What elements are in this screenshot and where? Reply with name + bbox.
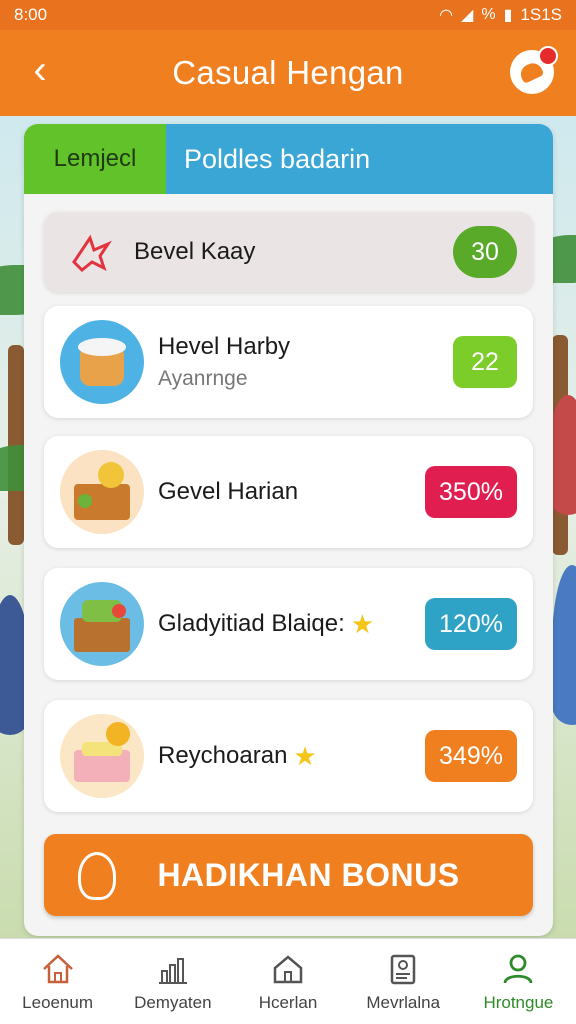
star-icon: ★ (293, 740, 317, 771)
nav-item-leoenum[interactable]: Leoenum (0, 939, 115, 1024)
mascot-icon (78, 852, 116, 900)
list-item[interactable]: Bevel Kaay 30 (44, 212, 533, 292)
battery-percent: % (481, 6, 496, 23)
bottom-nav: Leoenum Demyaten Hcerlan Mevrlalna Hrotn… (0, 938, 576, 1024)
row-title: Hevel Harby (158, 333, 291, 360)
notification-button[interactable] (510, 46, 558, 94)
bonus-button-label: HADIKHAN BONUS (157, 856, 460, 893)
battery-icon: ▮ (503, 7, 513, 24)
nav-label: Demyaten (134, 992, 212, 1012)
nav-label: Mevrlalna (366, 992, 441, 1012)
treasure-chest-icon (60, 450, 144, 534)
battery-text: 1S1S (520, 5, 562, 24)
bonus-button[interactable]: HADIKHAN BONUS (44, 834, 533, 916)
house-icon (273, 954, 303, 983)
home-icon (42, 953, 73, 983)
nav-label: Hrotngue (483, 992, 554, 1012)
row-title: Gladyitiad Blaiqe: (158, 610, 345, 637)
row-badge: 349% (425, 730, 517, 782)
list-item[interactable]: Reychoaran ★ 349% (44, 700, 533, 812)
nav-item-hrotngue[interactable]: Hrotngue (461, 939, 576, 1024)
person-figure (552, 565, 576, 725)
nav-item-hcerlan[interactable]: Hcerlan (230, 939, 345, 1024)
row-title: Gevel Harian (158, 478, 299, 505)
row-badge: 350% (425, 466, 517, 518)
tab-poldles-badarin[interactable]: Poldles badarin (166, 124, 553, 194)
row-title: Bevel Kaay (134, 238, 256, 265)
notification-badge (538, 46, 558, 66)
row-badge: 22 (453, 336, 517, 388)
profile-icon (504, 954, 533, 983)
tab-bar: Lemjecl Poldles badarin (24, 124, 553, 194)
nav-label: Hcerlan (258, 992, 318, 1012)
signal-icon: ◢ (461, 7, 474, 24)
tab-lemjecl[interactable]: Lemjecl (24, 124, 166, 194)
document-icon (390, 954, 416, 984)
app-bar: ‹ Casual Hengan (0, 30, 576, 116)
back-arrow-icon: ‹ (33, 48, 47, 92)
list-item[interactable]: Gladyitiad Blaiqe: ★ 120% (44, 568, 533, 680)
row-title-wrap: Reychoaran ★ (158, 741, 425, 772)
gift-crate-icon (60, 582, 144, 666)
row-title: Reychoaran (158, 742, 288, 769)
coin-box-icon (60, 714, 144, 798)
list-item[interactable]: Gevel Harian 350% (44, 436, 533, 548)
bucket-icon (60, 320, 144, 404)
list-item[interactable]: Hevel Harby Ayanrnge 22 (44, 306, 533, 418)
main-card: Lemjecl Poldles badarin Bevel Kaay 30 He… (24, 124, 553, 936)
star-icon: ★ (350, 608, 375, 639)
nav-item-mevrlalna[interactable]: Mevrlalna (346, 939, 461, 1024)
wifi-icon: ◠ (439, 7, 454, 24)
nav-label: Leoenum (22, 992, 94, 1012)
status-bar: 8:00 ◠ ◢ % ▮ 1S1S (0, 0, 576, 30)
nav-item-demyaten[interactable]: Demyaten (115, 939, 230, 1024)
status-time: 8:00 (14, 5, 48, 24)
row-badge: 30 (453, 226, 517, 278)
plane-icon (60, 222, 120, 282)
chart-icon (158, 957, 187, 984)
status-icons: ◠ ◢ % ▮ 1S1S (439, 5, 562, 25)
row-badge: 120% (425, 598, 517, 650)
bell-icon (517, 60, 545, 84)
row-title-wrap: Gladyitiad Blaiqe: ★ (158, 609, 425, 640)
back-button[interactable]: ‹ (18, 50, 62, 94)
row-subtitle: Ayanrnge (158, 367, 248, 390)
page-title: Casual Hengan (172, 54, 404, 91)
